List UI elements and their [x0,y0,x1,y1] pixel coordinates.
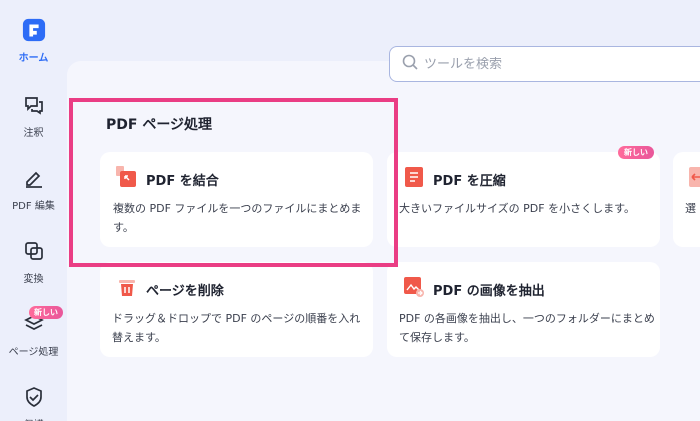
merge-icon [116,166,138,192]
card-description: 大きいファイルサイズの PDF を小さくします。 [399,202,635,215]
new-badge: 新しい [618,146,654,159]
split-pdf-card[interactable]: 選 [673,152,700,247]
sidebar-item-page-processing[interactable]: 新しい ページ処理 [0,306,67,358]
compress-icon [403,166,425,192]
search-icon [402,54,418,74]
card-description: PDF の各画像を抽出し、一つのフォルダーにまとめて保存します。 [399,312,655,344]
sidebar-item-label: PDF 編集 [12,201,55,212]
merge-pdf-card[interactable]: PDF を結合 複数の PDF ファイルを一つのファイルにまとめます。 [100,152,373,247]
split-icon [687,166,700,192]
shield-check-icon [22,385,46,409]
search-box[interactable] [389,46,700,82]
sidebar-item-pdf-edit[interactable]: PDF 編集 [0,166,67,212]
sidebar-item-label: 変換 [23,274,44,285]
card-title: ページを削除 [146,283,224,299]
edit-pen-icon [22,166,46,190]
trash-icon [116,276,138,302]
sidebar-item-label: ページ処理 [8,347,59,358]
new-badge: 新しい [29,306,63,319]
sidebar-item-annotation[interactable]: 注釈 [0,93,67,139]
card-description: 選 [685,202,696,215]
compress-pdf-card[interactable]: 新しい PDF を圧縮 大きいファイルサイズの PDF を小さくします。 [387,146,660,247]
image-extract-icon [403,276,425,302]
sidebar-item-protect[interactable]: 保護 [0,385,67,421]
extract-images-card[interactable]: PDF の画像を抽出 PDF の各画像を抽出し、一つのフォルダーにまとめて保存し… [387,262,660,357]
delete-pages-card[interactable]: ページを削除 ドラッグ＆ドロップで PDF のページの順番を入れ替えます。 [100,262,373,357]
card-title: PDF を結合 [146,173,219,189]
sidebar-item-label: ホーム [18,53,49,64]
search-input[interactable] [424,56,684,72]
sidebar-item-convert[interactable]: 変換 [0,239,67,285]
card-title: PDF の画像を抽出 [433,283,545,299]
annotation-icon [22,93,46,117]
sidebar: ホーム 注釈 PDF 編集 変換 新しい ページ処理 保護 [0,0,67,421]
sidebar-item-label: 注釈 [23,128,44,139]
card-description: 複数の PDF ファイルを一つのファイルにまとめます。 [113,202,362,234]
sidebar-item-home[interactable]: ホーム [0,18,67,64]
card-title: PDF を圧縮 [433,173,506,189]
convert-icon [22,239,46,263]
section-title: PDF ページ処理 [106,117,213,133]
home-icon [22,18,46,42]
card-description: ドラッグ＆ドロップで PDF のページの順番を入れ替えます。 [112,312,361,344]
sidebar-item-label: 保護 [24,416,44,421]
